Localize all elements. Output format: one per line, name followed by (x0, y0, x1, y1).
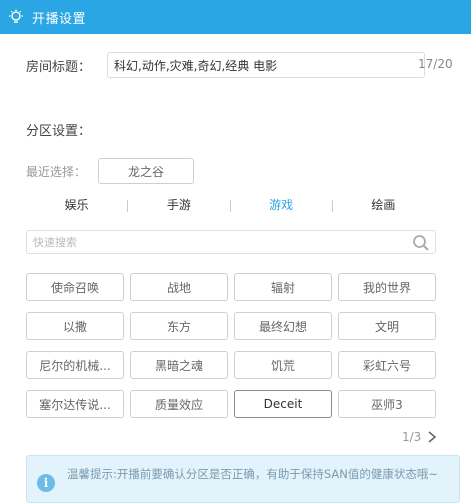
category-tabs: 娱乐 手游 游戏 绘画 (26, 196, 434, 216)
tab-entertainment[interactable]: 娱乐 (26, 196, 127, 216)
category-item[interactable]: 战地 (130, 273, 228, 301)
tab-games[interactable]: 游戏 (231, 196, 332, 216)
category-item[interactable]: 巫师3 (338, 390, 436, 418)
info-icon: i (37, 474, 55, 492)
pagination: 1/3 (402, 430, 437, 444)
category-item[interactable]: 质量效应 (130, 390, 228, 418)
chevron-right-icon[interactable] (427, 431, 437, 443)
recent-label: 最近选择： (26, 164, 87, 179)
recent-selection-row: 最近选择： 龙之谷 (26, 158, 194, 184)
recent-chip[interactable]: 龙之谷 (98, 158, 194, 184)
search-box (26, 230, 436, 254)
category-item[interactable]: 辐射 (234, 273, 332, 301)
search-icon[interactable] (411, 233, 431, 253)
search-input[interactable] (27, 231, 397, 254)
title-bar: 开播设置 (0, 0, 471, 34)
category-item[interactable]: 彩虹六号 (338, 351, 436, 379)
tip-text: 温馨提示:开播前要确认分区是否正确，有助于保持SAN值的健康状态哦~ (67, 467, 438, 481)
tab-painting[interactable]: 绘画 (333, 196, 434, 216)
category-item-selected[interactable]: Deceit (234, 390, 332, 418)
room-title-input[interactable] (107, 52, 425, 78)
category-item[interactable]: 饥荒 (234, 351, 332, 379)
section-label: 分区设置： (26, 124, 92, 139)
title-char-counter: 17/20 (418, 57, 453, 71)
category-item[interactable]: 最终幻想 (234, 312, 332, 340)
tip-banner: i 温馨提示:开播前要确认分区是否正确，有助于保持SAN值的健康状态哦~ (26, 455, 460, 503)
lightbulb-icon (8, 9, 24, 25)
category-item[interactable]: 我的世界 (338, 273, 436, 301)
page-indicator: 1/3 (402, 430, 422, 444)
category-item[interactable]: 使命召唤 (26, 273, 124, 301)
category-item[interactable]: 文明 (338, 312, 436, 340)
room-title-row: 房间标题： 17/20 (26, 52, 456, 78)
category-item[interactable]: 塞尔达传说... (26, 390, 124, 418)
category-item[interactable]: 尼尔的机械... (26, 351, 124, 379)
room-title-label: 房间标题： (26, 59, 92, 75)
category-item[interactable]: 黑暗之魂 (130, 351, 228, 379)
tab-mobile-games[interactable]: 手游 (128, 196, 229, 216)
category-item[interactable]: 东方 (130, 312, 228, 340)
category-item[interactable]: 以撒 (26, 312, 124, 340)
category-grid: 使命召唤 战地 辐射 我的世界 以撒 东方 最终幻想 文明 尼尔的机械... 黑… (26, 273, 436, 418)
window-title: 开播设置 (32, 11, 87, 27)
